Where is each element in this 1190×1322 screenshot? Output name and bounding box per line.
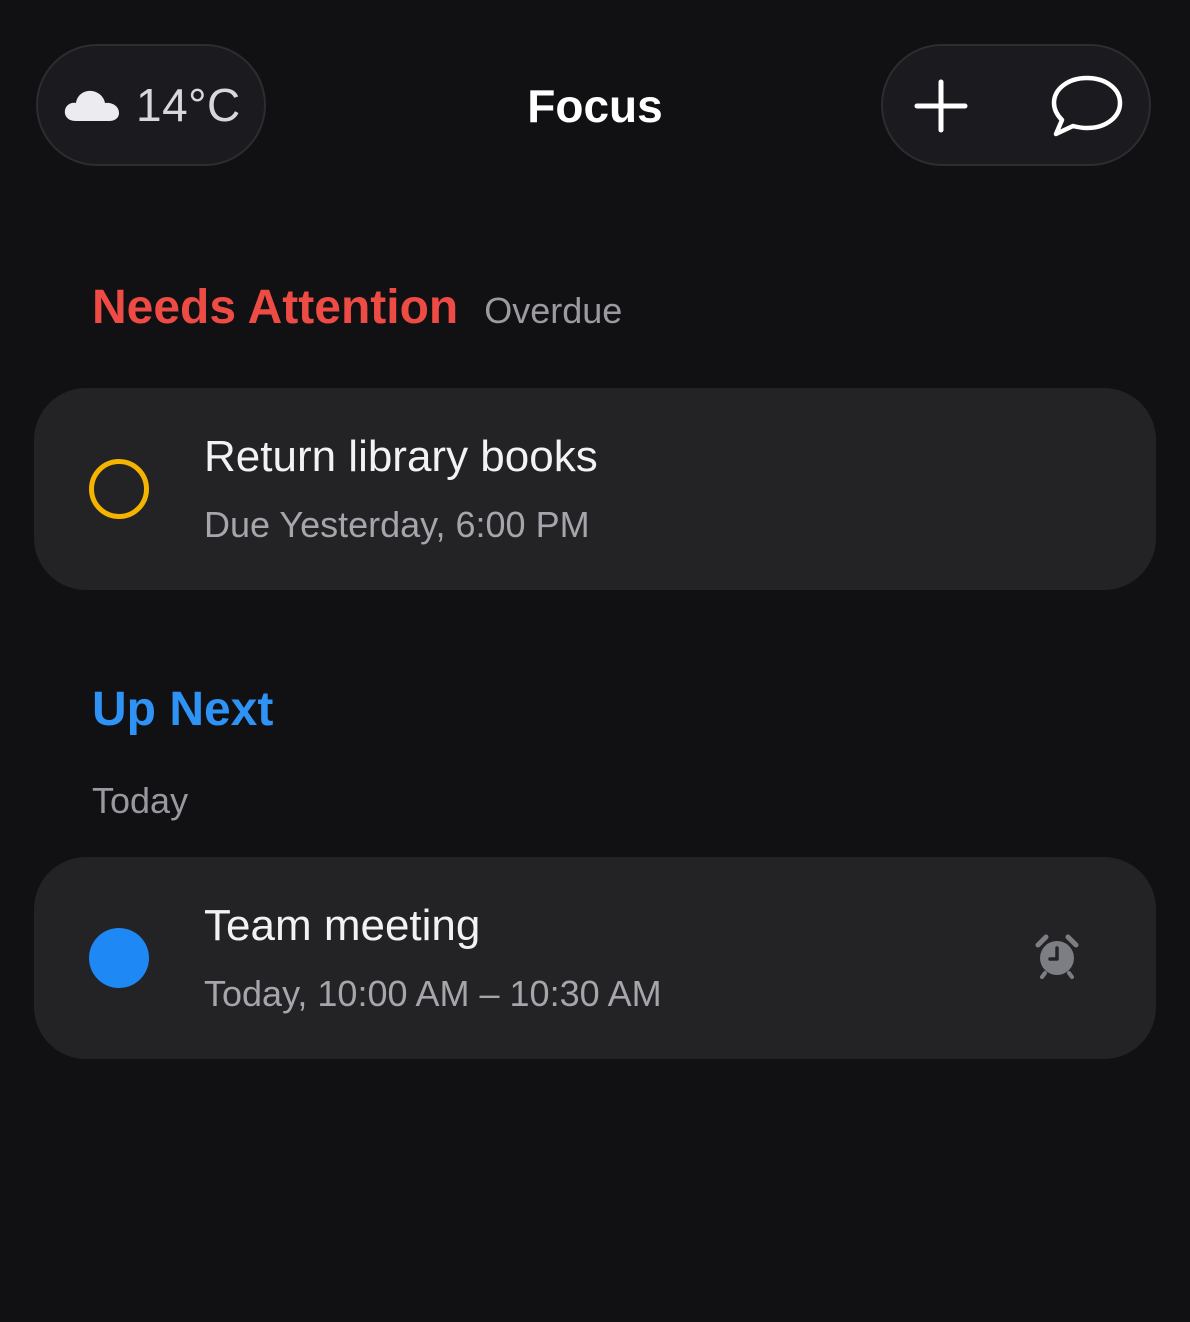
- event-time: Today, 10:00 AM – 10:30 AM: [204, 973, 662, 1014]
- alarm-clock-icon[interactable]: [1034, 933, 1080, 979]
- up-next-header: Up Next: [92, 682, 273, 737]
- task-title: Return library books: [204, 432, 598, 481]
- needs-attention-header: Needs Attention Overdue: [92, 280, 622, 335]
- filled-circle-icon: [89, 928, 149, 988]
- chat-button[interactable]: [1041, 60, 1133, 152]
- header-actions: [881, 44, 1151, 166]
- group-label-today: Today: [92, 780, 189, 821]
- section-title: Up Next: [92, 683, 274, 736]
- task-due-date: Due Yesterday, 6:00 PM: [204, 504, 590, 545]
- add-button[interactable]: [895, 60, 987, 152]
- empty-circle-icon[interactable]: [89, 459, 149, 519]
- section-title: Needs Attention: [92, 281, 459, 334]
- section-subtitle: Overdue: [484, 290, 623, 331]
- chat-bubble-icon: [1051, 75, 1123, 137]
- event-title: Team meeting: [204, 901, 481, 950]
- event-card-team-meeting[interactable]: Team meeting Today, 10:00 AM – 10:30 AM: [34, 857, 1156, 1059]
- task-card-return-library-books[interactable]: Return library books Due Yesterday, 6:00…: [34, 388, 1156, 590]
- plus-icon: [914, 79, 968, 133]
